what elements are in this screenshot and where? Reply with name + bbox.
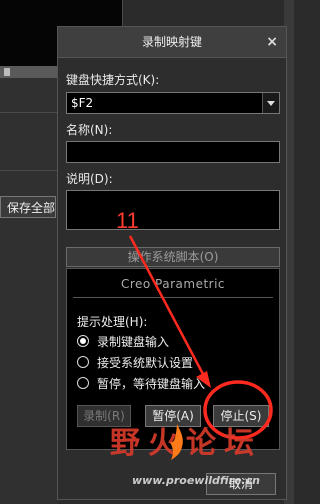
annotation-arrow-line (128, 235, 206, 377)
annotation-arrowhead (196, 371, 211, 388)
watermark-url: www.proewildfire.cn (132, 474, 260, 487)
watermark-text: 野火论坛 (110, 426, 262, 461)
flame-logo-icon (170, 424, 183, 460)
